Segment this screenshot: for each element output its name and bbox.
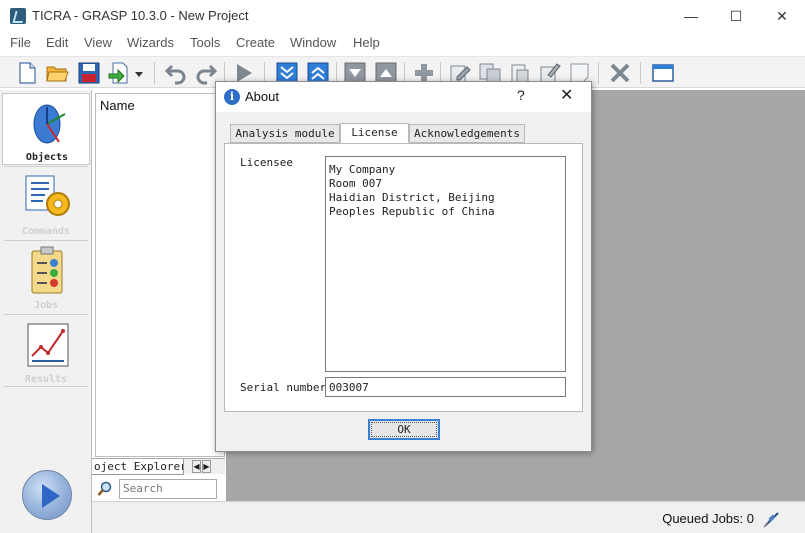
search-input[interactable]: Search [119, 479, 217, 499]
import-dropdown-icon[interactable] [132, 61, 146, 85]
delete-icon[interactable] [608, 61, 632, 85]
tab-project-explorer[interactable]: oject Explorer [92, 459, 184, 475]
window-icon[interactable] [651, 61, 675, 85]
licensee-line: Haidian District, Beijing [329, 191, 495, 204]
results-icon [27, 323, 69, 367]
maximize-button[interactable]: ☐ [713, 0, 759, 32]
undo-icon[interactable] [164, 61, 188, 85]
licensee-line: Room 007 [329, 177, 382, 190]
tab-scroll-right-icon[interactable]: ▶ [202, 460, 211, 473]
search-icon [97, 481, 112, 496]
menu-help[interactable]: Help [353, 35, 380, 50]
dialog-close-button[interactable]: ✕ [560, 85, 573, 105]
menu-view[interactable]: View [84, 35, 112, 50]
app-logo-icon [10, 8, 26, 24]
serial-number-field[interactable]: 003007 [325, 377, 566, 397]
satellite-icon[interactable] [763, 508, 781, 528]
new-file-icon[interactable] [15, 61, 39, 85]
menu-window[interactable]: Window [290, 35, 336, 50]
jobs-icon [31, 246, 63, 294]
menu-edit[interactable]: Edit [46, 35, 68, 50]
licensee-line: My Company [329, 163, 396, 176]
queued-jobs-status: Queued Jobs: 0 [662, 511, 754, 526]
objects-icon [33, 104, 66, 144]
open-folder-icon[interactable] [45, 61, 69, 85]
sidebar-item-label: Results [24, 374, 68, 385]
minimize-button[interactable]: — [668, 0, 714, 32]
name-column-header[interactable]: Name [100, 98, 135, 113]
serial-number-label: Serial number [240, 381, 327, 394]
sidebar-item-results[interactable]: Results [2, 316, 90, 388]
menu-create[interactable]: Create [236, 35, 275, 50]
tab-scroll-left-icon[interactable]: ◀ [192, 460, 201, 473]
sidebar-item-label: Objects [25, 152, 69, 163]
sidebar-item-commands[interactable]: Commands [2, 168, 90, 240]
licensee-label: Licensee [240, 156, 293, 169]
help-button[interactable]: ? [517, 87, 525, 103]
close-window-button[interactable]: ✕ [759, 0, 805, 32]
window-title: TICRA - GRASP 10.3.0 - New Project [32, 8, 249, 23]
info-icon: i [224, 89, 240, 105]
commands-icon [25, 175, 70, 216]
save-icon[interactable] [77, 61, 101, 85]
ok-button-label: OK [397, 423, 411, 436]
tab-analysis-module[interactable]: Analysis module [230, 124, 340, 143]
sidebar-item-objects[interactable]: Objects [2, 93, 90, 165]
status-bar: Queued Jobs: 0 [92, 501, 805, 533]
navigation-sidebar: Objects Commands Jobs Results [0, 90, 92, 533]
tab-license[interactable]: License [340, 123, 409, 143]
about-dialog: i About ? ✕ Analysis module License Ackn… [215, 81, 592, 452]
import-icon[interactable] [107, 61, 131, 85]
menu-tools[interactable]: Tools [190, 35, 220, 50]
sidebar-item-jobs[interactable]: Jobs [2, 242, 90, 314]
window-title-bar[interactable]: TICRA - GRASP 10.3.0 - New Project — ☐ ✕ [0, 0, 805, 32]
ok-button[interactable]: OK [368, 419, 440, 440]
menu-bar: File Edit View Wizards Tools Create Wind… [0, 32, 805, 54]
licensee-line: Peoples Republic of China [329, 205, 495, 218]
menu-file[interactable]: File [10, 35, 31, 50]
explorer-tab-bar: oject Explorer ◀ ▶ [92, 458, 225, 475]
menu-wizards[interactable]: Wizards [127, 35, 174, 50]
sidebar-item-label: Commands [21, 226, 71, 237]
dialog-title-bar[interactable]: i About ? ✕ [216, 82, 591, 112]
run-jobs-button[interactable] [22, 470, 72, 520]
dialog-title: About [245, 89, 279, 104]
tab-acknowledgements[interactable]: Acknowledgements [409, 124, 525, 143]
sidebar-item-label: Jobs [33, 300, 59, 311]
project-explorer-panel[interactable]: Name [95, 93, 225, 457]
licensee-text-area[interactable]: My Company Room 007 Haidian District, Be… [325, 156, 566, 372]
